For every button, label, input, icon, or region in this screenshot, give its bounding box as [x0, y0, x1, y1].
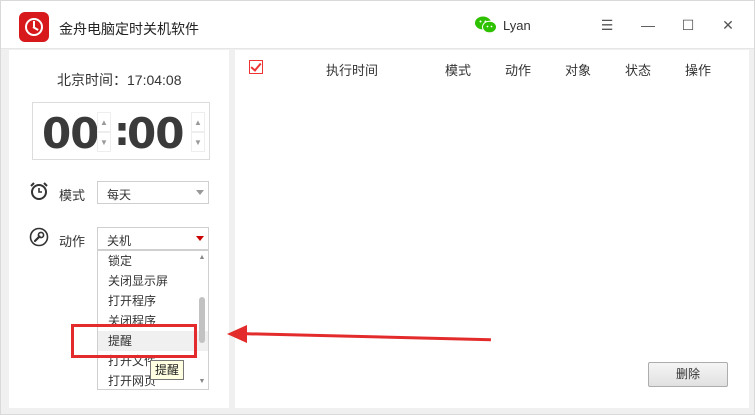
minute-spinner[interactable]: ▲ ▼ [191, 112, 205, 152]
alarm-clock-icon [30, 182, 48, 200]
column-header-target: 对象 [565, 63, 592, 78]
chevron-down-icon[interactable] [196, 236, 204, 241]
minimize-icon[interactable]: — [635, 13, 661, 37]
dropdown-item[interactable]: 打开程序 [98, 291, 208, 311]
app-window: 金舟电脑定时关机软件 Lyan ☰ — ☐ ✕ 北京时间：17:04:08 00… [0, 0, 755, 415]
mode-label: 模式 [59, 188, 86, 203]
action-select[interactable]: 关机 [97, 227, 209, 250]
user-name[interactable]: Lyan [503, 18, 531, 33]
task-list-panel: 执行时间 模式 动作 对象 状态 操作 删除 [235, 50, 749, 408]
action-label: 动作 [59, 234, 86, 249]
select-all-checkbox[interactable] [249, 60, 263, 74]
dropdown-item[interactable]: 锁定 [98, 251, 208, 271]
menu-icon[interactable]: ☰ [594, 13, 620, 37]
minute-value[interactable]: 00 [127, 109, 184, 158]
wechat-icon [475, 16, 497, 34]
annotation-arrow-head [227, 325, 247, 343]
mode-select-value: 每天 [107, 188, 132, 202]
column-header-status: 状态 [625, 63, 652, 78]
minute-down-icon[interactable]: ▼ [191, 132, 205, 152]
column-header-operation: 操作 [685, 63, 712, 78]
settings-panel: 北京时间：17:04:08 00 ▲ ▼ : 00 ▲ ▼ 模式 每天 动作 关… [9, 50, 229, 408]
maximize-icon[interactable]: ☐ [675, 13, 701, 37]
hour-spinner[interactable]: ▲ ▼ [97, 112, 111, 152]
chevron-down-icon[interactable] [196, 190, 204, 195]
action-select-value: 关机 [107, 234, 132, 248]
hour-up-icon[interactable]: ▲ [97, 112, 111, 132]
hour-down-icon[interactable]: ▼ [97, 132, 111, 152]
app-logo-icon [19, 12, 49, 42]
app-title: 金舟电脑定时关机软件 [59, 21, 199, 37]
column-header-time: 执行时间 [326, 63, 379, 78]
wrench-icon [29, 227, 49, 247]
tooltip: 提醒 [150, 360, 185, 380]
hour-value[interactable]: 00 [42, 109, 99, 158]
delete-button[interactable]: 删除 [648, 362, 728, 387]
dropdown-scrollbar[interactable]: ▲ ▼ [197, 253, 207, 387]
scroll-thumb[interactable] [199, 297, 205, 343]
column-header-action: 动作 [505, 63, 532, 78]
scroll-down-icon[interactable]: ▼ [197, 377, 207, 387]
mode-select[interactable]: 每天 [97, 181, 209, 204]
close-icon[interactable]: ✕ [715, 13, 741, 37]
scroll-up-icon[interactable]: ▲ [197, 253, 207, 263]
beijing-time-label: 北京时间：17:04:08 [57, 72, 182, 88]
title-bar: 金舟电脑定时关机软件 Lyan ☰ — ☐ ✕ [1, 1, 754, 49]
minute-up-icon[interactable]: ▲ [191, 112, 205, 132]
highlight-annotation [71, 324, 197, 358]
dropdown-item[interactable]: 关闭显示屏 [98, 271, 208, 291]
time-picker: 00 ▲ ▼ : 00 ▲ ▼ [32, 102, 210, 160]
column-header-mode: 模式 [445, 63, 472, 78]
